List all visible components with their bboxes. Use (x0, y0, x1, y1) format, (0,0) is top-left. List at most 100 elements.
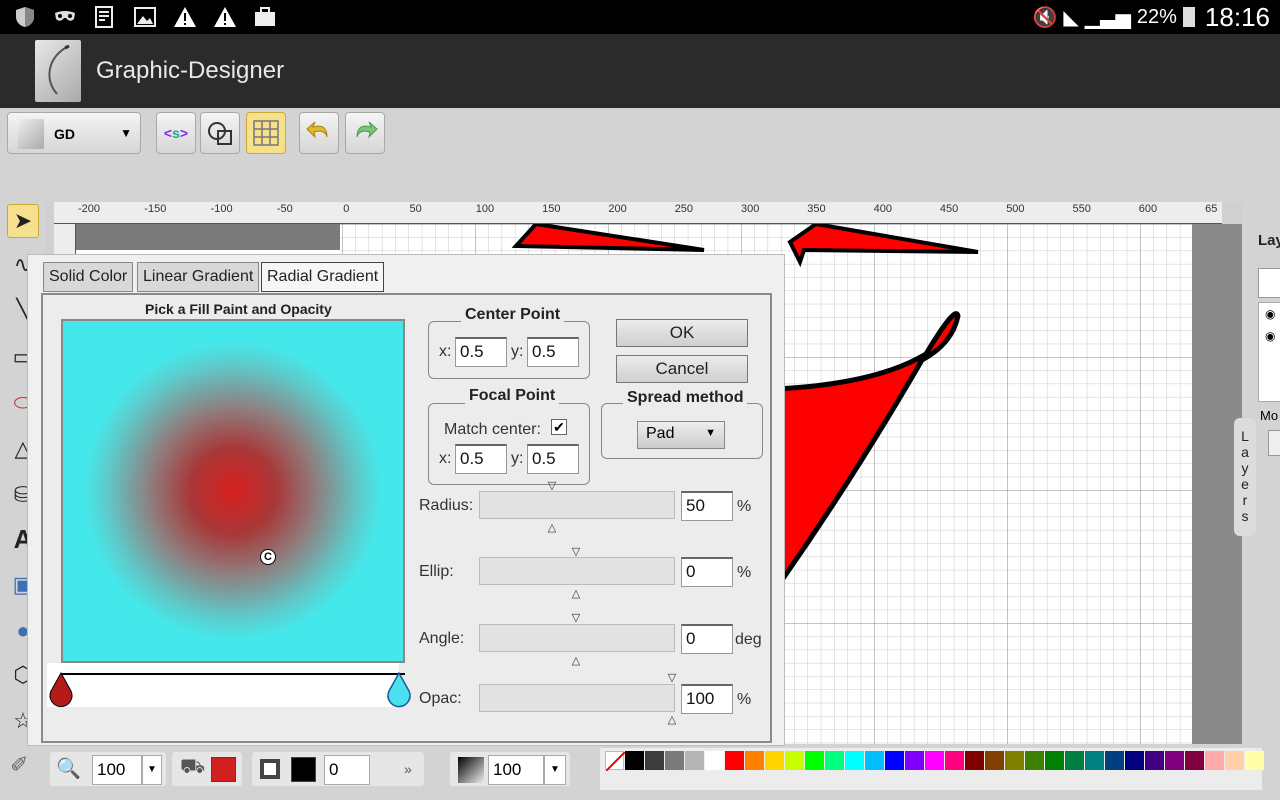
palette-swatch[interactable] (1185, 751, 1204, 770)
palette-swatch[interactable] (865, 751, 884, 770)
palette-swatch[interactable] (685, 751, 704, 770)
opacity-input[interactable]: 100 (488, 755, 544, 785)
palette-swatch[interactable] (1225, 751, 1244, 770)
ellip-thumb-bottom[interactable]: △ (570, 589, 582, 600)
palette-swatch[interactable] (825, 751, 844, 770)
zoom-input[interactable]: 100 (92, 755, 142, 785)
palette-swatch[interactable] (745, 751, 764, 770)
palette-swatch[interactable] (885, 751, 904, 770)
svg-code-button[interactable]: <s> (156, 112, 196, 154)
tab-linear-gradient[interactable]: Linear Gradient (137, 262, 260, 292)
fill-paint-dialog: Solid Color Linear Gradient Radial Gradi… (27, 254, 785, 746)
zoom-dropdown-chevron-icon[interactable]: ▼ (142, 755, 162, 785)
opac-slider[interactable] (479, 684, 675, 712)
ruler-tick-label: 400 (873, 203, 892, 215)
more-options-button[interactable]: » (404, 761, 412, 777)
undo-button[interactable] (299, 112, 339, 154)
layer-thumbnail[interactable] (1258, 268, 1280, 298)
ok-button[interactable]: OK (616, 319, 748, 347)
angle-slider[interactable] (479, 624, 675, 652)
palette-swatch[interactable] (705, 751, 724, 770)
palette-swatch[interactable] (1085, 751, 1104, 770)
fill-color-swatch[interactable] (211, 757, 236, 782)
stroke-icon (260, 759, 280, 779)
chevron-down-icon: ▼ (120, 126, 132, 140)
palette-swatch[interactable] (1165, 751, 1184, 770)
tab-solid-color[interactable]: Solid Color (43, 262, 134, 292)
paint-bucket-icon: ⛟ (180, 756, 206, 778)
palette-swatch[interactable] (785, 751, 804, 770)
palette-swatch[interactable] (1205, 751, 1224, 770)
radius-slider[interactable] (479, 491, 675, 519)
ellip-label: Ellip: (419, 563, 454, 580)
radius-input[interactable]: 50 (681, 491, 733, 521)
shapes-button[interactable] (200, 112, 240, 154)
redo-button[interactable] (345, 112, 385, 154)
app-logo-icon[interactable] (35, 40, 81, 102)
palette-swatch[interactable] (925, 751, 944, 770)
grid-toggle-button[interactable] (246, 112, 286, 154)
palette-swatch[interactable] (985, 751, 1004, 770)
palette-swatch[interactable] (1045, 751, 1064, 770)
ellip-thumb-top[interactable]: ▽ (570, 547, 582, 558)
radius-thumb-bottom[interactable]: △ (546, 523, 558, 534)
palette-swatch[interactable] (905, 751, 924, 770)
eye-icon[interactable]: ◉ (1265, 329, 1275, 343)
palette-swatch[interactable] (945, 751, 964, 770)
gradient-stop-start[interactable] (47, 671, 75, 709)
focal-y-input[interactable]: 0.5 (527, 444, 579, 474)
center-x-input[interactable]: 0.5 (455, 337, 507, 367)
angle-thumb-bottom[interactable]: △ (570, 656, 582, 667)
layers-button[interactable] (1268, 430, 1280, 456)
layers-mode-label: Mo (1260, 408, 1279, 423)
palette-swatch[interactable] (1245, 751, 1264, 770)
palette-swatch[interactable] (1005, 751, 1024, 770)
document-select[interactable]: GD ▼ (7, 112, 141, 154)
palette-swatch[interactable] (665, 751, 684, 770)
palette-swatch[interactable] (725, 751, 744, 770)
select-tool-arrow-icon[interactable]: ➤ (7, 204, 39, 238)
center-y-input[interactable]: 0.5 (527, 337, 579, 367)
palette-swatch[interactable] (625, 751, 644, 770)
eye-icon[interactable]: ◉ (1265, 307, 1275, 321)
radius-thumb-top[interactable]: ▽ (546, 481, 558, 492)
opac-thumb-bottom[interactable]: △ (666, 715, 678, 726)
match-center-checkbox[interactable]: ✔ (551, 419, 567, 435)
gradient-stop-end[interactable] (385, 671, 413, 709)
cancel-button[interactable]: Cancel (616, 355, 748, 383)
layer-list[interactable]: ◉ ◉ (1258, 302, 1280, 402)
spread-method-select[interactable]: Pad ▼ (637, 421, 725, 449)
spread-method-legend: Spread method (623, 389, 748, 407)
gradient-preview[interactable]: C (61, 319, 405, 663)
opac-thumb-top[interactable]: ▽ (666, 673, 678, 684)
focal-point-legend: Focal Point (465, 387, 560, 405)
palette-swatch[interactable] (845, 751, 864, 770)
palette-swatch[interactable] (1145, 751, 1164, 770)
no-color-swatch[interactable] (605, 751, 626, 772)
palette-swatch[interactable] (1065, 751, 1084, 770)
layers-tab[interactable]: Layers (1234, 418, 1256, 536)
stroke-width-input[interactable]: 0 (324, 755, 370, 785)
ellip-input[interactable]: 0 (681, 557, 733, 587)
palette-swatch[interactable] (805, 751, 824, 770)
center-point-handle[interactable]: C (260, 549, 276, 565)
palette-swatch[interactable] (965, 751, 984, 770)
angle-input[interactable]: 0 (681, 624, 733, 654)
palette-swatch[interactable] (765, 751, 784, 770)
gradient-stop-bar[interactable] (47, 663, 411, 709)
opacity-dropdown-chevron-icon[interactable]: ▼ (544, 755, 566, 785)
layers-tab-letter: e (1241, 476, 1249, 492)
angle-thumb-top[interactable]: ▽ (570, 613, 582, 624)
eyedropper-icon[interactable]: ✐ (10, 752, 28, 778)
ruler-tick-label: 150 (542, 203, 561, 215)
palette-swatch[interactable] (1105, 751, 1124, 770)
ellip-slider[interactable] (479, 557, 675, 585)
opac-input[interactable]: 100 (681, 684, 733, 714)
center-x-label: x: (439, 343, 452, 360)
tab-radial-gradient[interactable]: Radial Gradient (261, 262, 385, 292)
focal-x-input[interactable]: 0.5 (455, 444, 507, 474)
palette-swatch[interactable] (1025, 751, 1044, 770)
palette-swatch[interactable] (1125, 751, 1144, 770)
stroke-color-swatch[interactable] (291, 757, 316, 782)
palette-swatch[interactable] (645, 751, 664, 770)
